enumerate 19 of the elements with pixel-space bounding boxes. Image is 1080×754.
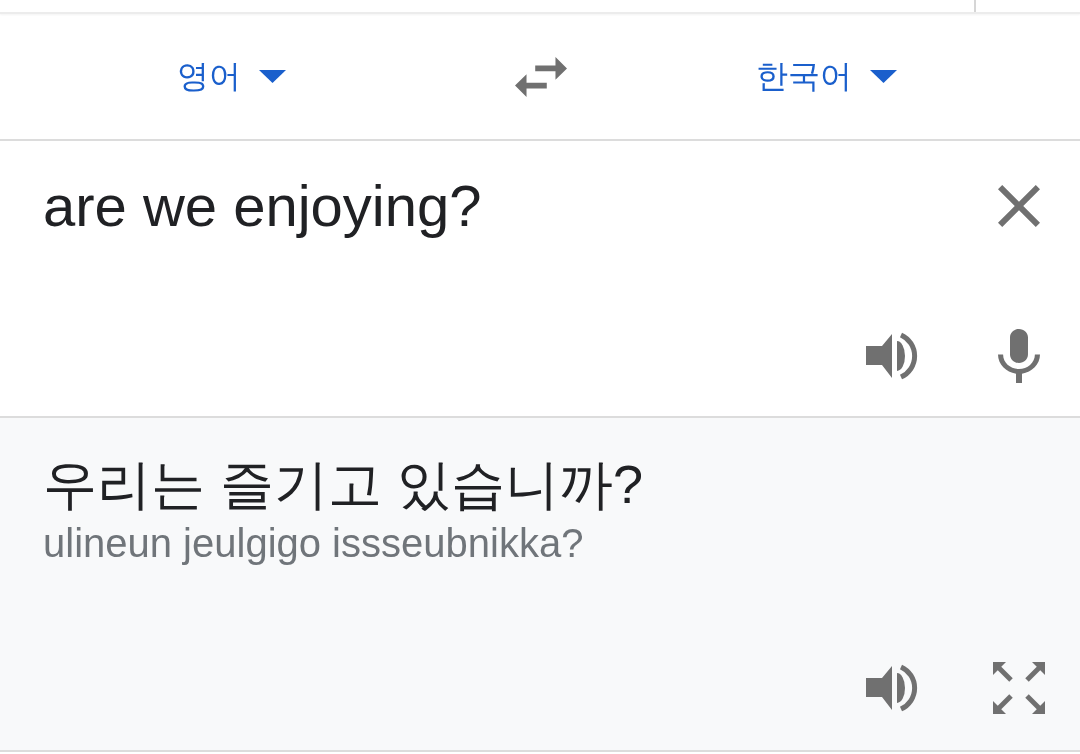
close-icon (998, 184, 1040, 227)
translation-text: 우리는 즐기고 있습니까? (43, 453, 645, 516)
target-language-button[interactable]: 한국어 (755, 57, 897, 96)
swap-languages-button[interactable] (515, 56, 567, 97)
microphone-button[interactable] (998, 329, 1040, 383)
fullscreen-button[interactable] (993, 662, 1045, 714)
caret-icon (869, 70, 897, 83)
romanization-text: ulineun jeulgigo issseubnikka? (43, 519, 585, 567)
source-text-field[interactable]: are we enjoying? (43, 171, 482, 241)
swap-arrows-icon (515, 56, 567, 97)
caret-icon (258, 70, 286, 83)
speaker-icon (866, 331, 918, 381)
listen-button[interactable] (866, 663, 918, 713)
listen-button[interactable] (866, 331, 918, 381)
microphone-icon (998, 329, 1040, 383)
clear-button[interactable] (998, 184, 1040, 227)
source-language-button[interactable]: 영어 (176, 57, 286, 96)
fullscreen-icon (993, 662, 1045, 714)
speaker-icon (866, 663, 918, 713)
